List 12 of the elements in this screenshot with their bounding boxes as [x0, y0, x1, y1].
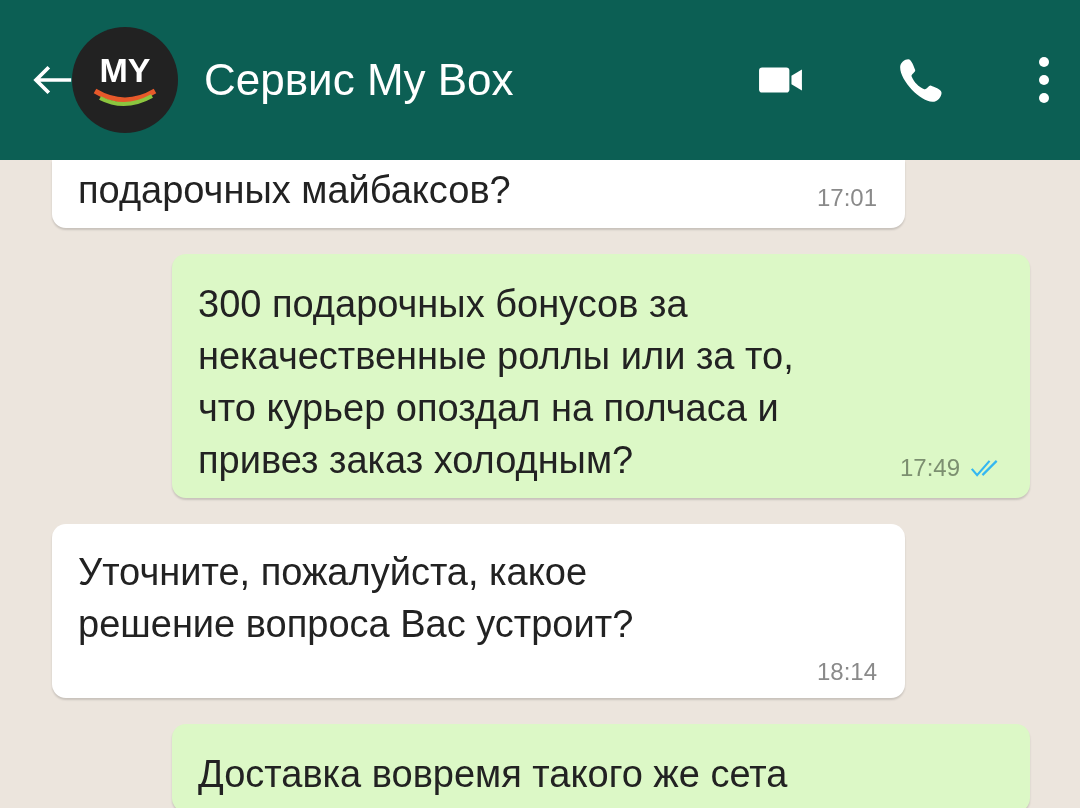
message-time: 17:01 — [816, 184, 877, 212]
message-text: 300 подарочных бонусов за некачественные роллы или за то, что курьер опоздал на полчаса и привез заказ холодным? — [198, 282, 794, 483]
message-text: Доставка вовремя такого же сета — [198, 752, 788, 797]
message-text: подарочных майбаксов? — [78, 168, 511, 213]
chat-title[interactable]: Сервис My Box — [204, 55, 758, 105]
message-time: 17:49 — [899, 454, 960, 482]
message-time: 18:14 — [816, 658, 877, 686]
message-text: Уточните, пожалуйста, какое решение вопроса Вас устроит? — [78, 550, 634, 647]
more-options-icon[interactable] — [1038, 56, 1050, 104]
avatar-logo[interactable]: MY — [72, 27, 178, 133]
logo-text: MY — [99, 53, 151, 87]
video-call-icon[interactable] — [758, 64, 804, 96]
